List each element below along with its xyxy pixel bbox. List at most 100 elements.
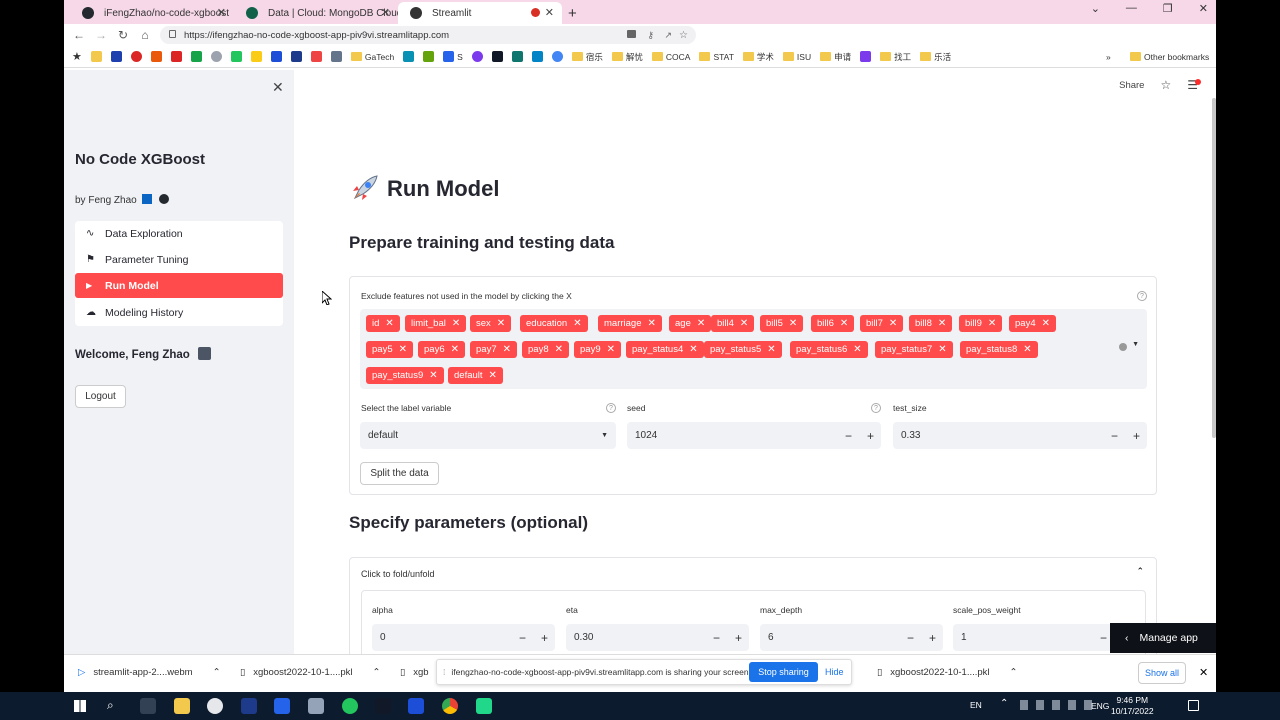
remove-chip-icon[interactable]: ✕ [697,318,705,329]
bookmark-icon[interactable] [531,51,543,62]
feature-chip[interactable]: bill4 ✕ [711,315,755,332]
feature-chip[interactable]: age ✕ [669,315,712,332]
bookmark-isu[interactable]: ISU [782,51,811,62]
github-icon[interactable] [159,194,170,204]
feature-chip[interactable]: pay6 ✕ [418,341,465,358]
remove-chip-icon[interactable]: ✕ [1023,344,1031,355]
remove-chip-icon[interactable]: ✕ [555,344,563,355]
bookmark-icon[interactable] [210,51,222,62]
wechat-icon[interactable] [342,698,358,714]
address-bar[interactable]: https://ifengzhao-no-code-xgboost-app-pi… [160,26,696,44]
bookmark-s[interactable]: S [443,51,463,62]
feature-chip[interactable]: pay4 ✕ [1009,315,1056,332]
bookmark-folder[interactable]: 乐活 [920,51,951,63]
chevron-up-icon[interactable]: ⌃ [1010,667,1018,678]
feature-multiselect[interactable]: ▼ id ✕ limit_bal ✕ sex ✕ education ✕ marriage ✕ ag… [360,309,1147,389]
chevron-up-icon[interactable]: ⌃ [213,667,221,678]
alpha-input[interactable]: 0 − + [372,624,555,651]
bookmark-stat[interactable]: STAT [699,51,734,62]
feature-chip[interactable]: sex ✕ [470,315,512,332]
help-icon[interactable]: ? [606,403,616,413]
bookmark-folder[interactable]: 找工 [880,51,911,63]
close-tab-icon[interactable]: ✕ [217,6,226,19]
chevron-up-icon[interactable]: ⌃ [1136,566,1144,577]
remove-chip-icon[interactable]: ✕ [385,318,393,329]
feature-chip[interactable]: pay5 ✕ [366,341,413,358]
bookmark-folder[interactable]: 解忧 [611,51,643,63]
feature-chip[interactable]: marriage ✕ [598,315,662,332]
decrement-button[interactable]: − [1100,631,1107,645]
feature-chip[interactable]: pay7 ✕ [470,341,517,358]
share-page-icon[interactable]: ↗ [664,30,672,41]
remove-chip-icon[interactable]: ✕ [689,344,697,355]
settings-icon[interactable] [140,698,156,714]
remove-chip-icon[interactable]: ✕ [740,318,748,329]
bookmark-icon[interactable] [150,51,162,62]
home-icon[interactable]: ⌂ [134,28,156,42]
max-depth-input[interactable]: 6 − + [760,624,943,651]
close-sidebar-icon[interactable]: ✕ [272,79,284,96]
remove-chip-icon[interactable]: ✕ [767,344,775,355]
bookmark-folder[interactable]: 宿乐 [571,51,603,63]
increment-button[interactable]: + [541,631,548,645]
bookmark-icon[interactable] [423,51,435,62]
tray-chevron-icon[interactable]: ⌃ [1000,698,1008,709]
reload-icon[interactable]: ↻ [112,28,134,42]
feature-chip[interactable]: id ✕ [366,315,400,332]
app-icon[interactable] [375,698,391,714]
search-icon[interactable]: ⌕ [107,698,114,713]
app-icon[interactable] [308,698,324,714]
bookmark-icon[interactable] [170,51,182,62]
bookmark-icon[interactable] [491,51,503,62]
bookmark-icon[interactable] [270,51,282,62]
keyboard-lang[interactable]: EN [970,700,982,710]
remove-chip-icon[interactable]: ✕ [889,318,897,329]
decrement-button[interactable]: − [845,429,852,443]
feature-chip[interactable]: pay_status8 ✕ [960,341,1038,358]
seed-input[interactable]: 1024 − + [627,422,881,449]
windows-start-icon[interactable] [74,700,86,712]
decrement-button[interactable]: − [1111,429,1118,443]
forward-icon[interactable]: → [90,28,112,42]
show-all-button[interactable]: Show all [1138,662,1186,684]
feature-chip[interactable]: education ✕ [520,315,588,332]
feature-chip[interactable]: bill8 ✕ [909,315,953,332]
increment-button[interactable]: + [1133,429,1140,443]
close-tab-icon[interactable]: ✕ [545,6,554,19]
app-icon[interactable] [207,698,223,714]
feature-chip[interactable]: default ✕ [448,367,503,384]
menu-item-data-exploration[interactable]: ∿ Data Exploration [75,221,283,246]
feature-chip[interactable]: bill6 ✕ [811,315,855,332]
remove-chip-icon[interactable]: ✕ [503,344,511,355]
remove-chip-icon[interactable]: ✕ [399,344,407,355]
download-item[interactable]: ▷ streamlit-app-2....webm ⌃ [78,667,221,678]
bookmark-icon[interactable] [110,51,122,62]
menu-item-run-model[interactable]: ▶ Run Model [75,273,283,298]
remove-chip-icon[interactable]: ✕ [607,344,615,355]
manage-app-button[interactable]: ‹ Manage app [1110,623,1216,653]
bookmark-icon[interactable] [511,51,523,62]
remove-chip-icon[interactable]: ✕ [988,318,996,329]
remove-chip-icon[interactable]: ✕ [840,318,848,329]
feature-chip[interactable]: pay_status7 ✕ [875,341,953,358]
bookmark-gatech[interactable]: GaTech [350,51,394,62]
decrement-button[interactable]: − [907,631,914,645]
pycharm-icon[interactable] [476,698,492,714]
new-tab-button[interactable]: + [568,2,577,24]
remove-chip-icon[interactable]: ✕ [497,318,505,329]
app-icon[interactable] [274,698,290,714]
feature-chip[interactable]: bill5 ✕ [760,315,804,332]
share-button[interactable]: Share [1119,80,1144,91]
bookmark-icon[interactable] [310,51,322,62]
feature-chip[interactable]: pay_status9 ✕ [366,367,444,384]
close-downloads-icon[interactable]: ✕ [1199,666,1208,679]
increment-button[interactable]: + [735,631,742,645]
bookmark-icon[interactable] [190,51,202,62]
eta-input[interactable]: 0.30 − + [566,624,749,651]
tab-search-icon[interactable]: ⌄ [1091,2,1100,15]
minimize-icon[interactable]: — [1126,2,1137,15]
other-bookmarks[interactable]: Other bookmarks [1130,51,1209,62]
remove-chip-icon[interactable]: ✕ [429,370,437,381]
bookmark-folder[interactable]: 申请 [820,51,851,63]
help-icon[interactable]: ? [871,403,881,413]
